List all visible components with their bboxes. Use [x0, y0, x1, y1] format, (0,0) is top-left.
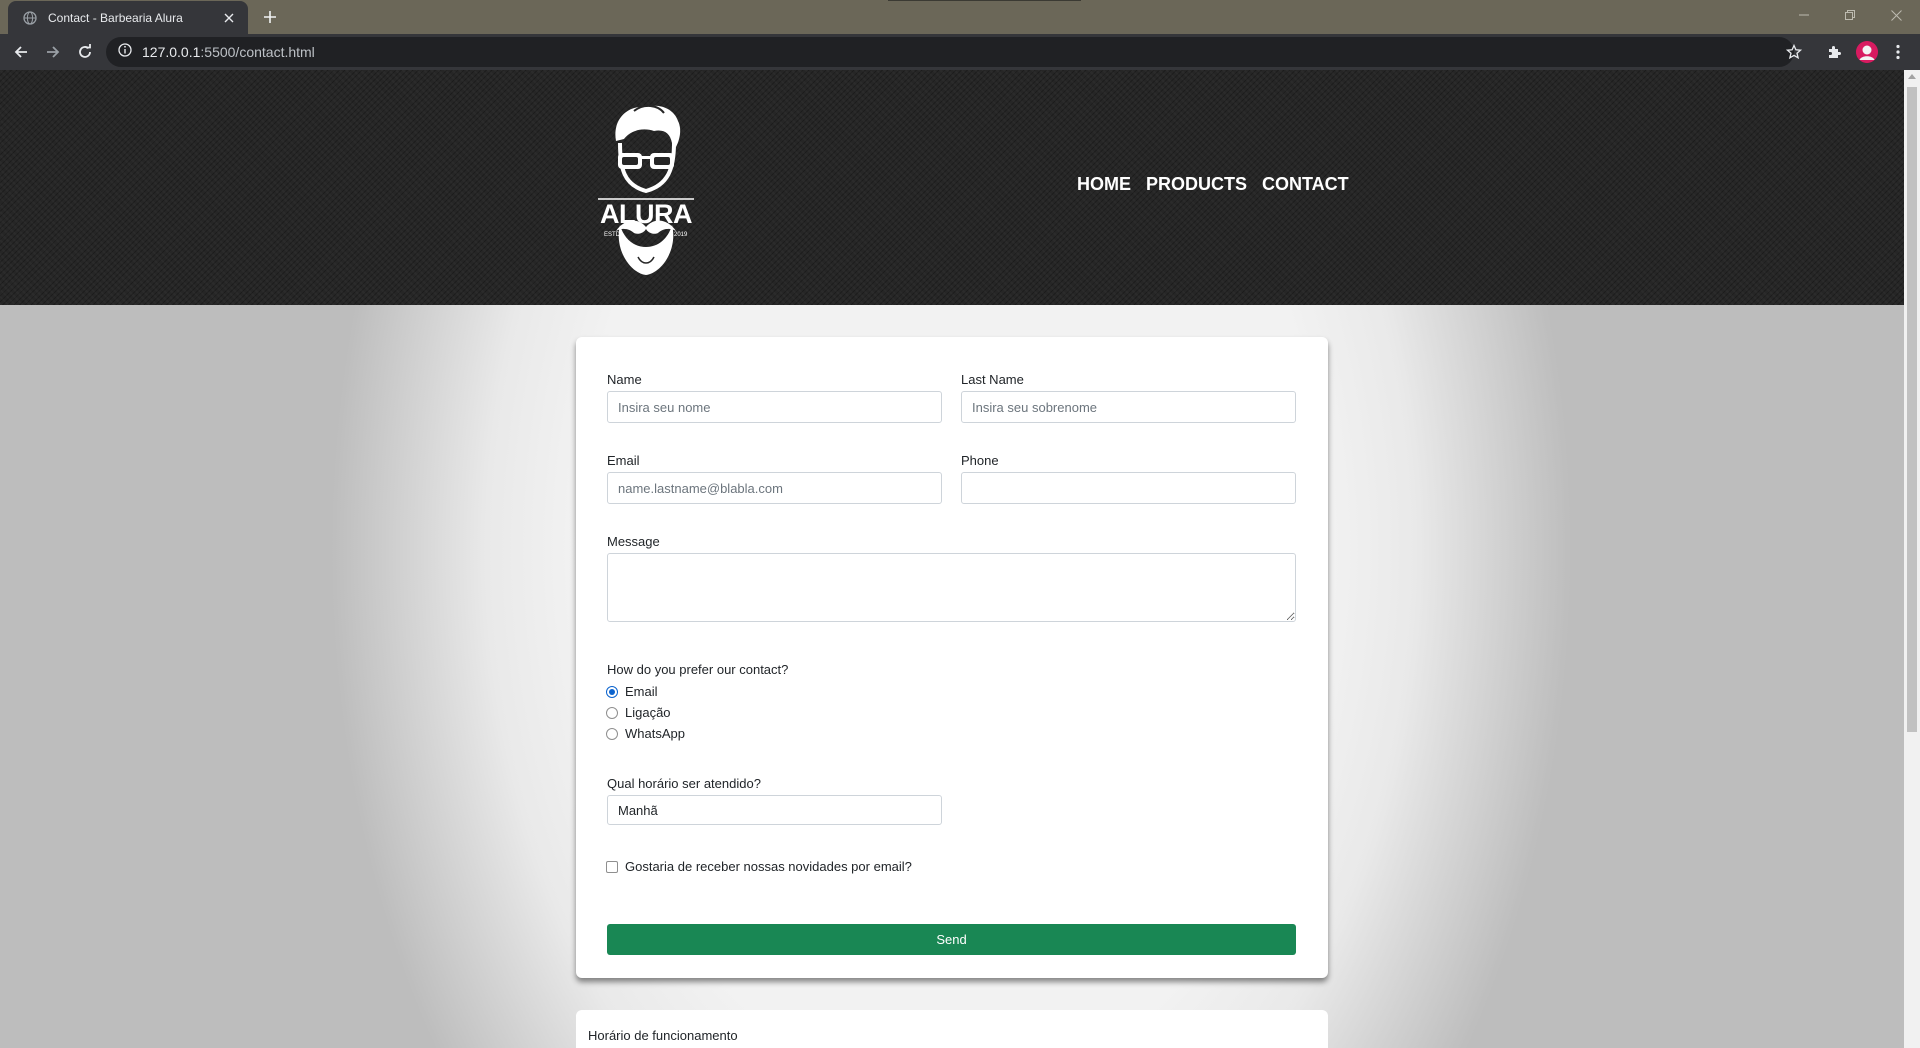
reload-icon[interactable]: [73, 40, 97, 64]
contact-option-email[interactable]: Email: [606, 684, 658, 699]
email-label: Email: [607, 453, 640, 468]
message-textarea[interactable]: [607, 553, 1296, 622]
scrollbar-thumb[interactable]: [1907, 87, 1917, 732]
page-scrollbar[interactable]: [1904, 70, 1920, 1048]
newsletter-checkbox[interactable]: [606, 860, 618, 873]
url-path: :5500/contact.html: [200, 44, 315, 60]
scroll-up-arrow-icon[interactable]: [1908, 74, 1916, 79]
radio-email[interactable]: [606, 685, 618, 698]
restore-icon[interactable]: [1827, 0, 1873, 30]
phone-label: Phone: [961, 453, 999, 468]
contact-form-card: Name Last Name Email Phone Message How d…: [576, 337, 1328, 978]
browser-tabstrip: Contact - Barbearia Alura: [0, 0, 1920, 34]
browser-menu-icon[interactable]: [1886, 40, 1910, 64]
browser-tab-active[interactable]: Contact - Barbearia Alura: [8, 1, 248, 34]
name-input[interactable]: [607, 391, 942, 423]
alura-barbershop-logo[interactable]: ALURA ESTD 2019: [594, 99, 698, 277]
profile-avatar[interactable]: [1856, 41, 1878, 63]
logo-estd: ESTD: [604, 232, 621, 238]
phone-input[interactable]: [961, 472, 1296, 504]
new-tab-plus-icon[interactable]: [260, 7, 280, 27]
tab-close-icon[interactable]: [220, 9, 238, 27]
radio-call[interactable]: [606, 706, 618, 719]
bookmark-star-icon[interactable]: [1782, 40, 1806, 64]
schedule-selected-value: Manhã: [618, 802, 658, 818]
message-label: Message: [607, 534, 660, 549]
radio-email-label: Email: [625, 684, 658, 699]
site-info-icon[interactable]: [118, 42, 132, 62]
newsletter-row[interactable]: Gostaria de receber nossas novidades por…: [606, 859, 912, 874]
send-button[interactable]: Send: [607, 924, 1296, 955]
radio-call-label: Ligação: [625, 705, 671, 720]
logo-year: 2019: [674, 232, 688, 238]
contact-option-whatsapp[interactable]: WhatsApp: [606, 726, 685, 741]
radio-whatsapp-label: WhatsApp: [625, 726, 685, 741]
nav-products[interactable]: PRODUCTS: [1146, 174, 1247, 195]
nav-contact[interactable]: CONTACT: [1262, 174, 1349, 195]
minimize-icon[interactable]: [1781, 0, 1827, 30]
logo-wordmark: ALURA: [600, 199, 692, 229]
close-window-icon[interactable]: [1873, 0, 1919, 30]
url-host: 127.0.0.1: [142, 44, 201, 60]
contact-preference-label: How do you prefer our contact?: [607, 662, 789, 677]
back-arrow-icon[interactable]: [9, 40, 33, 64]
url-text: 127.0.0.1:5500/contact.html: [142, 44, 315, 60]
schedule-label: Qual horário ser atendido?: [607, 776, 761, 791]
contact-option-call[interactable]: Ligação: [606, 705, 671, 720]
last-name-label: Last Name: [961, 372, 1024, 387]
browser-toolbar: 127.0.0.1:5500/contact.html: [0, 34, 1920, 70]
name-label: Name: [607, 372, 642, 387]
main-nav: HOME PRODUCTS CONTACT: [1077, 174, 1349, 195]
opening-hours-card: Horário de funcionamento: [576, 1010, 1328, 1048]
page-viewport: ALURA ESTD 2019 HOME PRODUCTS CONTACT Na…: [0, 70, 1920, 1048]
last-name-input[interactable]: [961, 391, 1296, 423]
globe-icon: [22, 10, 38, 26]
site-header: ALURA ESTD 2019 HOME PRODUCTS CONTACT: [0, 70, 1904, 305]
extensions-puzzle-icon[interactable]: [1822, 40, 1846, 64]
email-input[interactable]: [607, 472, 942, 504]
address-bar[interactable]: 127.0.0.1:5500/contact.html: [106, 37, 1794, 67]
tab-title: Contact - Barbearia Alura: [48, 10, 183, 25]
opening-hours-title: Horário de funcionamento: [588, 1028, 738, 1043]
newsletter-label: Gostaria de receber nossas novidades por…: [625, 859, 912, 874]
nav-home[interactable]: HOME: [1077, 174, 1131, 195]
tabstrip-accent: [888, 0, 1081, 1]
forward-arrow-icon[interactable]: [41, 40, 65, 64]
radio-whatsapp[interactable]: [606, 727, 618, 740]
schedule-select[interactable]: Manhã: [607, 795, 942, 825]
